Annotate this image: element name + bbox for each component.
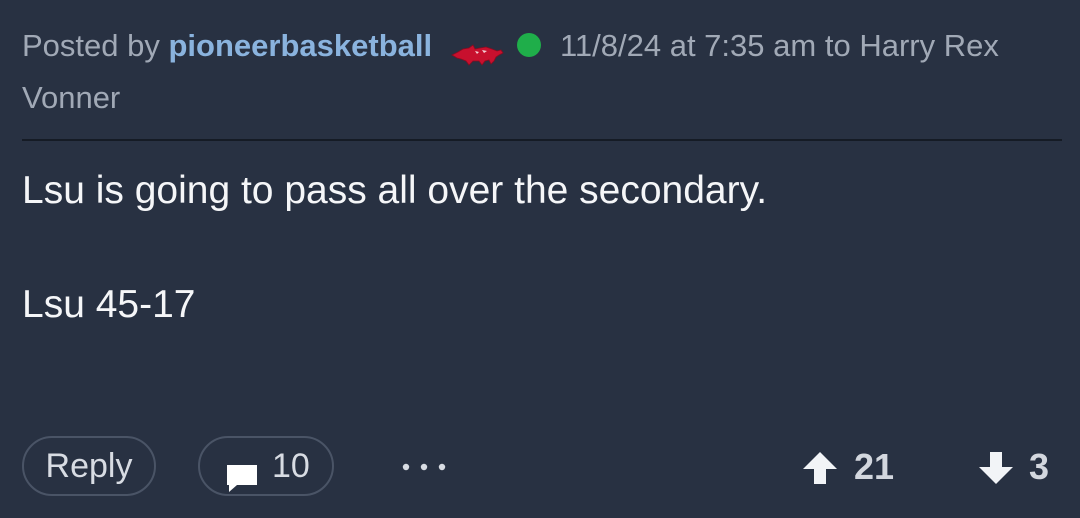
reply-button[interactable]: Reply <box>22 436 156 496</box>
more-options-button[interactable] <box>398 450 458 480</box>
razorback-hog-icon <box>449 32 505 66</box>
forum-post: Posted by pioneerbasketball 11/8/24 at 7… <box>0 0 1080 518</box>
arrow-up-icon <box>803 452 837 484</box>
post-body: Lsu is going to pass all over the second… <box>22 163 1052 333</box>
divider <box>22 139 1062 141</box>
posted-by-label: Posted by <box>22 28 160 63</box>
to-label: to <box>824 28 851 63</box>
post-actions: Reply 10 21 3 <box>0 436 1080 500</box>
comment-icon <box>225 454 259 492</box>
username-link[interactable]: pioneerbasketball <box>169 28 433 63</box>
arrow-down-icon <box>979 452 1013 484</box>
upvote-count: 21 <box>854 446 895 487</box>
post-timestamp: 11/8/24 at 7:35 am <box>559 28 817 63</box>
comments-button[interactable]: 10 <box>198 436 334 496</box>
comment-count: 10 <box>272 447 310 485</box>
online-status-dot <box>517 32 542 57</box>
post-meta: Posted by pioneerbasketball 11/8/24 at 7… <box>22 20 1052 124</box>
post-body-line: Lsu is going to pass all over the second… <box>22 169 768 212</box>
downvote-count: 3 <box>1029 446 1050 487</box>
post-body-line: Lsu 45-17 <box>22 283 196 326</box>
ellipsis-icon <box>402 463 446 471</box>
